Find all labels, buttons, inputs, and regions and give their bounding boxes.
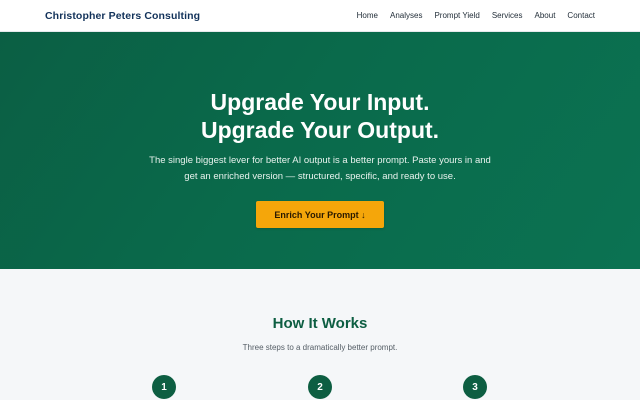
- enrich-prompt-button[interactable]: Enrich Your Prompt ↓: [256, 201, 384, 228]
- hero-subtitle-line-1: The single biggest lever for better AI o…: [149, 155, 491, 166]
- nav-link-analyses[interactable]: Analyses: [390, 11, 422, 20]
- nav-link-contact[interactable]: Contact: [567, 11, 595, 20]
- nav-link-services[interactable]: Services: [492, 11, 523, 20]
- hero-subtitle-line-2: get an enriched version — structured, sp…: [184, 171, 456, 182]
- hero-title-line-2: Upgrade Your Output.: [200, 117, 440, 143]
- nav-link-about[interactable]: About: [535, 11, 556, 20]
- hero-section: Upgrade Your Input. Upgrade Your Output.…: [0, 32, 640, 269]
- nav-links: Home Analyses Prompt Yield Services Abou…: [357, 11, 595, 20]
- step-number-badge: 2: [308, 375, 332, 399]
- nav-link-prompt-yield[interactable]: Prompt Yield: [434, 11, 479, 20]
- step-number-badge: 3: [463, 375, 487, 399]
- section-subtitle: Three steps to a dramatically better pro…: [242, 343, 398, 352]
- hero-title: Upgrade Your Input. Upgrade Your Output.: [0, 88, 640, 144]
- step-number-badge: 1: [152, 375, 176, 399]
- top-navbar: Christopher Peters Consulting Home Analy…: [0, 0, 640, 32]
- nav-link-home[interactable]: Home: [357, 11, 378, 20]
- hero-title-line-1: Upgrade Your Input.: [210, 89, 430, 115]
- how-it-works-section: How It Works Three steps to a dramatical…: [0, 269, 640, 400]
- section-title: How It Works: [272, 315, 368, 332]
- hero-subtitle: The single biggest lever for better AI o…: [140, 153, 500, 185]
- brand-logo-text[interactable]: Christopher Peters Consulting: [45, 10, 200, 22]
